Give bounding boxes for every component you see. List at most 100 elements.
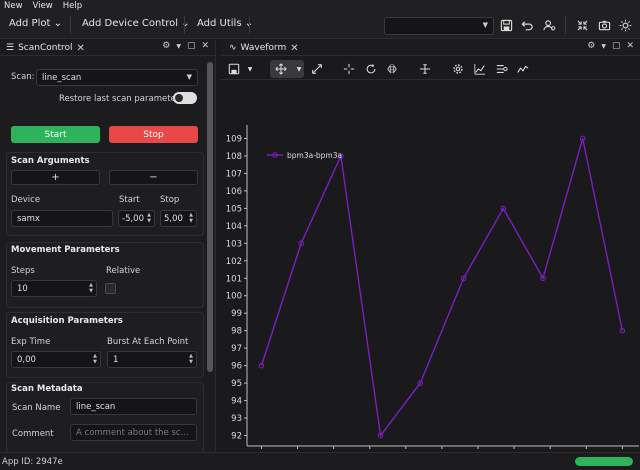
panel-actions: ⚙ ▼ ▢ ✕	[587, 41, 634, 51]
add-plot-label: Add Plot	[9, 18, 51, 29]
fit-vertical-icon[interactable]	[418, 62, 432, 76]
y-tick-label: 101	[226, 274, 242, 284]
y-tick-label: 109	[226, 134, 242, 144]
scan-type-value: line_scan	[42, 72, 82, 83]
caret-down-icon[interactable]: ▼	[601, 43, 606, 50]
collapse-icon[interactable]	[574, 17, 590, 33]
comment-input[interactable]: A comment about the sc...	[70, 424, 197, 441]
gear-icon[interactable]: ⚙	[162, 41, 170, 51]
burst-value: 1	[113, 354, 119, 365]
waveform-tabstrip: ∿ Waveform ✕ ⚙ ▼ ▢ ✕	[221, 40, 640, 56]
spin-arrows-icon[interactable]: ▲ ▼	[89, 282, 93, 294]
line-chart-icon: ∿	[229, 43, 237, 53]
gear-icon[interactable]	[451, 62, 465, 76]
add-plot-button[interactable]: Add Plot ⌄	[9, 18, 62, 32]
close-icon[interactable]: ✕	[626, 41, 634, 51]
close-icon[interactable]: ✕	[290, 43, 298, 54]
waveform-plot[interactable]: 92 93 94 95 96 97 98 99 100 101 102 103 104 105 106 107…	[221, 80, 640, 452]
y-tick-label: 106	[226, 187, 242, 197]
chevron-down-icon: ⌄	[53, 18, 62, 29]
tab-scan-control-label: ScanControl	[18, 43, 73, 53]
start-column-label: Start	[119, 195, 140, 205]
add-utils-button[interactable]: Add Utils ⌄	[197, 18, 253, 32]
burst-label: Burst At Each Point	[107, 337, 189, 347]
menu-help[interactable]: Help	[63, 1, 82, 11]
plot-legend: bpm3a-bpm3a	[267, 151, 342, 160]
gear-icon[interactable]: ⚙	[587, 41, 595, 51]
plot-toolbar: ▼ ▼	[221, 58, 640, 80]
tab-waveform[interactable]: ∿ Waveform ✕	[225, 40, 303, 56]
start-value-spinbox[interactable]: -5,00 ▲ ▼	[118, 210, 155, 227]
restore-params-toggle[interactable]	[173, 92, 197, 104]
start-button-label: Start	[44, 129, 67, 140]
stop-column-label: Stop	[160, 195, 180, 205]
caret-down-icon[interactable]: ▼	[243, 62, 257, 76]
exp-time-spinbox[interactable]: 0,00 ▲ ▼	[11, 351, 101, 368]
y-tick-label: 103	[226, 239, 242, 249]
device-value: samx	[17, 213, 40, 224]
theme-sun-icon[interactable]	[617, 17, 633, 33]
spin-arrows-icon[interactable]: ▲ ▼	[189, 212, 193, 224]
remove-argument-button[interactable]: −	[109, 170, 198, 185]
crosshair-icon[interactable]	[342, 62, 356, 76]
menu-new[interactable]: New	[4, 1, 23, 11]
caret-down-icon[interactable]: ▼	[292, 62, 306, 76]
exp-time-label: Exp Time	[11, 337, 51, 347]
menu-view[interactable]: View	[33, 1, 53, 11]
burst-spinbox[interactable]: 1 ▲ ▼	[107, 351, 197, 368]
scan-name-value: line_scan	[76, 401, 116, 412]
stop-button-label: Stop	[143, 129, 164, 140]
restore-params-label: Restore last scan parameters	[59, 94, 184, 104]
scan-type-select[interactable]: line_scan ▼	[36, 69, 198, 86]
acquisition-parameters-title: Acquisition Parameters	[11, 316, 123, 326]
camera-icon[interactable]	[596, 17, 612, 33]
stop-button[interactable]: Stop	[109, 126, 198, 143]
close-icon[interactable]: ✕	[77, 43, 85, 54]
tab-scan-control[interactable]: ☰ ScanControl ✕	[2, 40, 89, 56]
y-tick-label: 102	[226, 257, 242, 267]
exp-time-value: 0,00	[17, 354, 36, 365]
profile-combo[interactable]: ▼	[384, 17, 494, 35]
caret-down-icon[interactable]: ▼	[176, 43, 181, 50]
save-icon[interactable]	[498, 17, 514, 33]
start-button[interactable]: Start	[11, 126, 100, 143]
maximize-icon[interactable]: ▢	[612, 41, 621, 51]
save-icon[interactable]	[227, 62, 241, 76]
add-device-control-button[interactable]: Add Device Control ⌄	[82, 18, 190, 32]
y-tick-label: 104	[226, 222, 242, 232]
spin-arrows-icon[interactable]: ▲ ▼	[189, 353, 193, 365]
pan-icon[interactable]	[274, 62, 288, 76]
status-bar: App ID: 2947e	[0, 452, 640, 470]
chart-settings-icon[interactable]	[473, 62, 487, 76]
app-id-text: App ID: 2947e	[2, 457, 63, 467]
chevron-down-icon: ⌄	[181, 18, 190, 29]
device-column-label: Device	[11, 195, 41, 205]
start-value: -5,00	[122, 213, 144, 224]
steps-spinbox[interactable]: 10 ▲ ▼	[11, 280, 97, 297]
relative-checkbox[interactable]	[105, 283, 116, 294]
line-chart-icon[interactable]	[516, 62, 530, 76]
left-panel-scrollbar[interactable]	[207, 62, 213, 372]
reset-view-icon[interactable]	[364, 62, 378, 76]
close-icon[interactable]: ✕	[201, 41, 209, 51]
scan-arguments-title: Scan Arguments	[11, 156, 90, 166]
y-tick-label: 97	[231, 344, 242, 354]
y-tick-label: 93	[231, 414, 242, 424]
user-settings-icon[interactable]	[541, 17, 557, 33]
undo-icon[interactable]	[519, 17, 535, 33]
stop-value-spinbox[interactable]: 5,00 ▲ ▼	[160, 210, 197, 227]
scan-name-input[interactable]: line_scan	[70, 398, 197, 415]
spin-arrows-icon[interactable]: ▲ ▼	[147, 212, 151, 224]
flip-icon[interactable]	[385, 62, 399, 76]
y-tick-label: 107	[226, 169, 242, 179]
device-input[interactable]: samx	[11, 210, 113, 227]
resize-icon[interactable]	[310, 62, 324, 76]
spin-arrows-icon[interactable]: ▲ ▼	[93, 353, 97, 365]
maximize-icon[interactable]: ▢	[187, 41, 196, 51]
panel-actions: ⚙ ▼ ▢ ✕	[162, 41, 209, 51]
y-tick-label: 95	[231, 379, 242, 389]
curve-settings-icon[interactable]	[495, 62, 509, 76]
comment-placeholder: A comment about the sc...	[76, 427, 189, 438]
add-device-control-label: Add Device Control	[82, 18, 179, 29]
add-argument-button[interactable]: +	[11, 170, 100, 185]
